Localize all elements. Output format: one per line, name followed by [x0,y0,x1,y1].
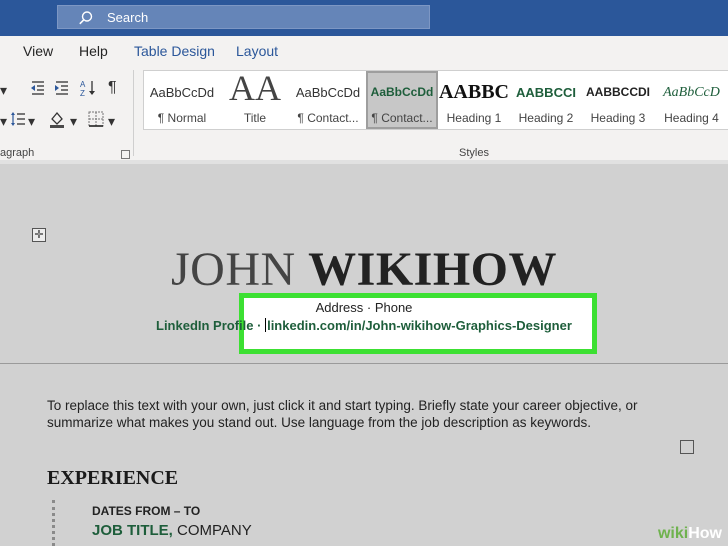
checkbox-icon[interactable] [680,440,694,454]
style-normal[interactable]: AaBbCcDd ¶ Normal [144,71,220,129]
search-label: Search [107,10,149,25]
style-name: ¶ Contact... [371,111,433,125]
name-first: JOHN [170,243,296,296]
experience-heading[interactable]: EXPERIENCE [47,467,178,490]
name-last: WIKIHOW [308,243,558,296]
svg-text:Z: Z [80,89,85,97]
increase-indent-icon[interactable] [54,80,70,96]
styles-gallery: AaBbCcDd ¶ Normal AA Title AaBbCcDd ¶ Co… [143,68,728,130]
contact-address-phone[interactable]: Address · Phone [0,300,728,315]
linkedin-prefix: LinkedIn Profile · [156,318,266,333]
watermark-how: How [688,525,722,542]
tab-help[interactable]: Help [79,43,108,59]
paragraph-launcher-icon[interactable] [121,150,130,159]
company: COMPANY [172,522,252,539]
style-sample: AABBC [438,81,509,103]
search-icon [79,11,93,25]
tab-layout[interactable]: Layout [236,43,278,59]
search-box[interactable]: Search [57,5,430,29]
pilcrow-icon[interactable]: ¶ [108,80,117,96]
dates-range[interactable]: DATES FROM – TO [92,504,200,518]
style-name: ¶ Normal [157,111,207,125]
ribbon-tabs: View Help Table Design Layout [0,36,728,66]
style-heading-1[interactable]: AABBC Heading 1 [438,71,510,129]
line-spacing-dropdown-icon[interactable]: ▾ [28,113,35,129]
style-heading-2[interactable]: AABBCCI Heading 2 [510,71,582,129]
contact-linkedin-line[interactable]: LinkedIn Profile · linkedin.com/in/John-… [156,318,572,333]
text-cursor [265,318,267,332]
style-sample: AaBbCcDd [295,85,361,100]
style-sample: AaBbCcDd [149,85,215,100]
style-name: Heading 2 [518,111,574,125]
job-title-line[interactable]: JOB TITLE, COMPANY [92,522,252,539]
style-heading-3[interactable]: AABBCCDI Heading 3 [582,71,654,129]
paragraph-group-label: agraph [0,147,35,159]
borders-icon[interactable] [88,111,104,127]
shading-icon[interactable] [48,110,66,128]
style-name: Heading 3 [590,111,646,125]
shading-dropdown-icon[interactable]: ▾ [70,113,77,129]
style-sample: AABBCCDI [586,85,650,99]
sort-icon[interactable]: A Z [79,79,97,97]
style-sample: AA [229,68,281,108]
title-bar: Search [0,0,728,36]
line-spacing-icon[interactable] [10,111,26,127]
style-contact-1[interactable]: AaBbCcDd ¶ Contact... [290,71,366,129]
style-sample: AaBbCcDd [370,85,434,99]
style-name: Heading 4 [664,111,719,125]
resume-name[interactable]: JOHN WIKIHOW [0,242,728,297]
tab-view[interactable]: View [23,43,53,59]
style-contact-2[interactable]: AaBbCcDd ¶ Contact... [366,71,438,129]
wikihow-watermark: wikiHow [652,522,728,546]
objective-paragraph[interactable]: To replace this text with your own, just… [47,397,687,431]
svg-text:A: A [80,80,86,89]
style-heading-4[interactable]: AaBbCcD Heading 4 [654,71,728,129]
watermark-wiki: wiki [657,525,689,542]
tab-table-design[interactable]: Table Design [134,43,215,59]
group-divider [133,70,134,156]
linkedin-url[interactable]: linkedin.com/in/John-wikihow-Graphics-De… [267,318,572,333]
list-dropdown-icon[interactable]: ▾ [0,82,7,98]
style-sample: AaBbCcD [663,85,720,100]
style-name: ¶ Contact... [297,111,359,125]
borders-dropdown-icon[interactable]: ▾ [108,113,115,129]
style-name: Title [243,111,267,125]
style-title[interactable]: AA Title [220,68,290,129]
style-name: Heading 1 [446,111,502,125]
styles-group-label: Styles [459,147,489,159]
timeline-line [52,500,55,546]
table-move-handle-icon[interactable]: ✛ [32,228,46,242]
decrease-indent-icon[interactable] [30,80,46,96]
align-dropdown-icon[interactable]: ▾ [0,113,7,129]
job-title: JOB TITLE, [92,522,173,539]
style-sample: AABBCCI [516,85,576,100]
